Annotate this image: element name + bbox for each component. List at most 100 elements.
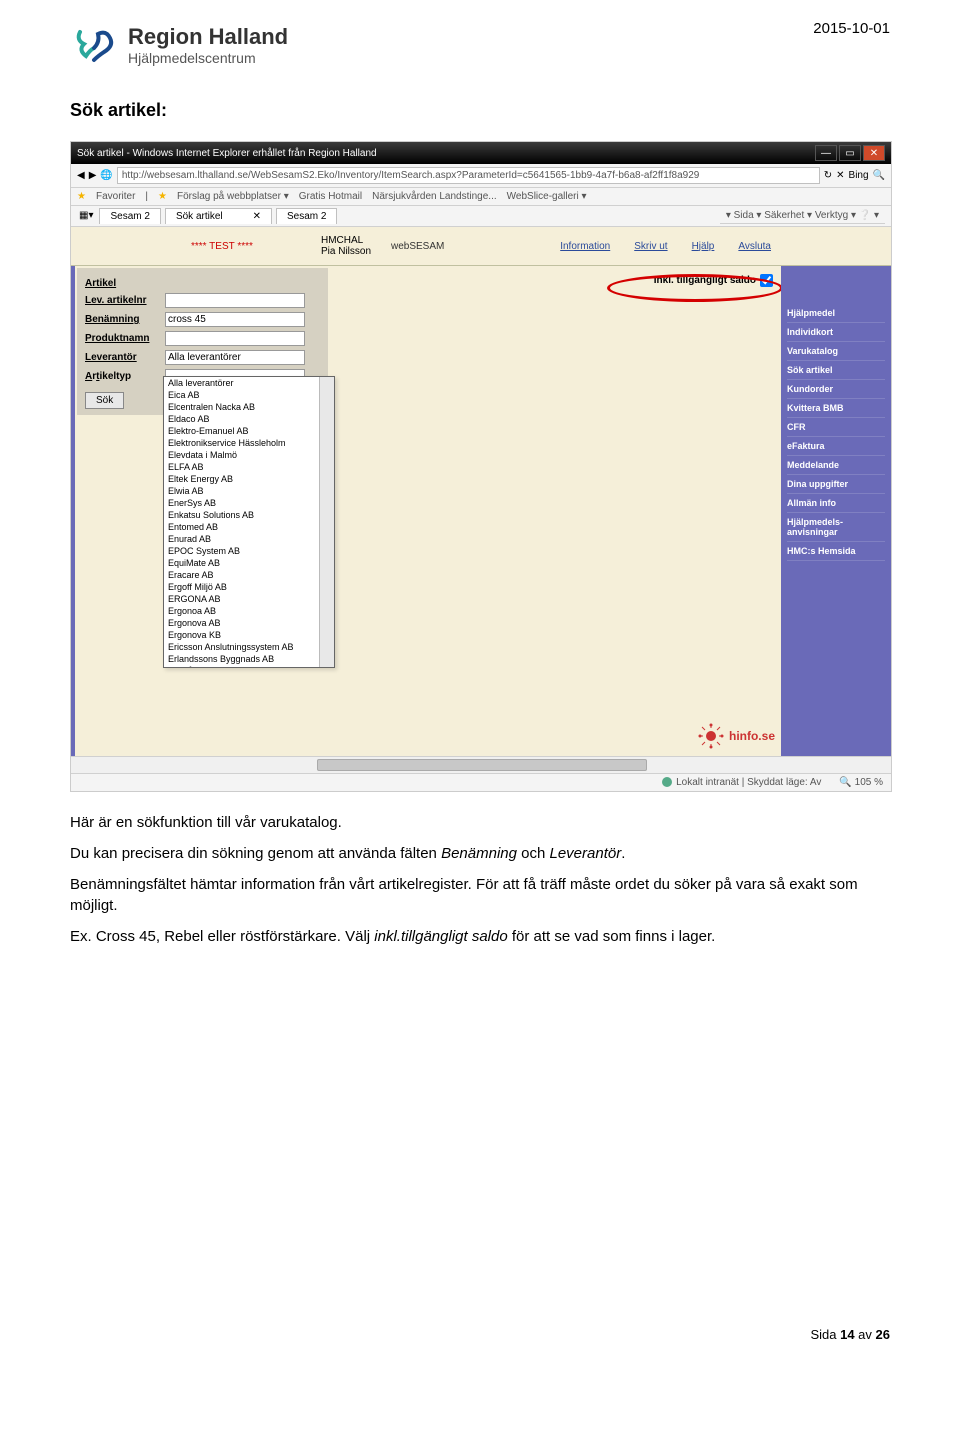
- sok-button[interactable]: Sök: [85, 392, 124, 409]
- leverantor-option[interactable]: Entomed AB: [164, 521, 334, 533]
- search-icon[interactable]: 🔍: [873, 170, 885, 181]
- sidebar-item[interactable]: Varukatalog: [787, 342, 885, 361]
- label-produktnamn: Produktnamn: [85, 333, 165, 344]
- label-artikel: Artikel: [85, 278, 165, 289]
- para-1: Här är en sökfunktion till vår varukatal…: [70, 812, 890, 833]
- nav-back-icon[interactable]: ◀: [77, 170, 85, 181]
- leverantor-option[interactable]: Esshå Elagentur AB: [164, 665, 334, 668]
- address-bar[interactable]: http://websesam.lthalland.se/WebSesamS2.…: [117, 167, 820, 184]
- window-title: Sök artikel - Windows Internet Explorer …: [77, 148, 377, 159]
- input-benamning[interactable]: [165, 312, 305, 327]
- sidebar-item[interactable]: HMC:s Hemsida: [787, 542, 885, 561]
- fav-link-2[interactable]: Närsjukvården Landstinge...: [372, 191, 497, 202]
- label-benamning: Benämning: [85, 314, 165, 325]
- sidebar-item[interactable]: Sök artikel: [787, 361, 885, 380]
- section-title: Sök artikel:: [70, 100, 890, 121]
- nav-fwd-icon[interactable]: ▶: [89, 170, 97, 181]
- leverantor-option[interactable]: Elektronikservice Hässleholm: [164, 437, 334, 449]
- sidebar-item[interactable]: Dina uppgifter: [787, 475, 885, 494]
- leverantor-option[interactable]: ELFA AB: [164, 461, 334, 473]
- window-titlebar: Sök artikel - Windows Internet Explorer …: [71, 142, 891, 164]
- leverantor-option[interactable]: Erlandssons Byggnads AB: [164, 653, 334, 665]
- search-engine[interactable]: Bing: [849, 170, 869, 181]
- leverantor-option[interactable]: EPOC System AB: [164, 545, 334, 557]
- leverantor-option[interactable]: Ericsson Anslutningssystem AB: [164, 641, 334, 653]
- tab-1[interactable]: Sök artikel ✕: [165, 208, 272, 224]
- leverantor-dropdown[interactable]: Alla leverantörerEica ABElcentralen Nack…: [163, 376, 335, 668]
- link-avsluta[interactable]: Avsluta: [738, 241, 771, 252]
- leverantor-option[interactable]: Alla leverantörer: [164, 377, 334, 389]
- app-header: **** TEST **** HMCHAL Pia Nilsson webSES…: [71, 227, 891, 266]
- maximize-button[interactable]: ▭: [839, 145, 861, 161]
- hinfo-logo[interactable]: hinfo.se: [697, 722, 775, 750]
- label-leverantor: Leverantör: [85, 352, 165, 363]
- sidebar-item[interactable]: Kvittera BMB: [787, 399, 885, 418]
- logo-subtitle: Hjälpmedelscentrum: [128, 50, 288, 66]
- tab-2[interactable]: Sesam 2: [276, 208, 337, 224]
- leverantor-option[interactable]: Elevdata i Malmö: [164, 449, 334, 461]
- leverantor-option[interactable]: Ergonova KB: [164, 629, 334, 641]
- refresh-icon[interactable]: ↻: [824, 170, 832, 181]
- status-zone: Lokalt intranät | Skyddat läge: Av: [676, 777, 821, 788]
- input-produktnamn[interactable]: [165, 331, 305, 346]
- sidebar-item[interactable]: Hjälpmedels-anvisningar: [787, 513, 885, 542]
- label-artikeltyp: Artikeltyp: [85, 371, 165, 382]
- favorites-star2-icon: ★: [158, 191, 167, 202]
- fav-link-0[interactable]: Förslag på webbplatser ▾: [177, 191, 289, 202]
- leverantor-option[interactable]: Elcentralen Nacka AB: [164, 401, 334, 413]
- sidebar-item[interactable]: Individkort: [787, 323, 885, 342]
- link-hjalp[interactable]: Hjälp: [692, 241, 715, 252]
- leverantor-option[interactable]: Elwia AB: [164, 485, 334, 497]
- saldo-checkbox[interactable]: [760, 274, 773, 287]
- saldo-label: Inkl. tillgängligt saldo: [654, 275, 756, 286]
- leverantor-option[interactable]: Elektro-Emanuel AB: [164, 425, 334, 437]
- stop-icon[interactable]: ✕: [836, 170, 844, 181]
- leverantor-option[interactable]: EnerSys AB: [164, 497, 334, 509]
- para-4: Ex. Cross 45, Rebel eller röstförstärkar…: [70, 926, 890, 947]
- sidebar-item[interactable]: Allmän info: [787, 494, 885, 513]
- select-leverantor[interactable]: Alla leverantörer: [165, 350, 305, 365]
- fav-link-1[interactable]: Gratis Hotmail: [299, 191, 362, 202]
- zone-icon: [662, 777, 672, 787]
- fav-link-3[interactable]: WebSlice-galleri ▾: [507, 191, 587, 202]
- para-3: Benämningsfältet hämtar information från…: [70, 874, 890, 916]
- sidebar-item[interactable]: Hjälpmedel: [787, 304, 885, 323]
- label-lev-artikelnr: Lev. artikelnr: [85, 295, 165, 306]
- leverantor-option[interactable]: ERGONA AB: [164, 593, 334, 605]
- logo-title: Region Halland: [128, 24, 288, 50]
- tab-0[interactable]: Sesam 2: [99, 208, 160, 224]
- leverantor-option[interactable]: Enurad AB: [164, 533, 334, 545]
- favorites-star-icon[interactable]: ★: [77, 191, 86, 202]
- input-lev-artikelnr[interactable]: [165, 293, 305, 308]
- link-skrivut[interactable]: Skriv ut: [634, 241, 667, 252]
- sidebar-item[interactable]: eFaktura: [787, 437, 885, 456]
- sidebar-item[interactable]: CFR: [787, 418, 885, 437]
- close-button[interactable]: ✕: [863, 145, 885, 161]
- hinfo-icon: [697, 722, 725, 750]
- status-zoom[interactable]: 🔍 105 %: [839, 777, 883, 788]
- ie-toolbar[interactable]: ▾ Sida ▾ Säkerhet ▾ Verktyg ▾ ❔ ▾: [720, 208, 885, 224]
- leverantor-option[interactable]: Eica AB: [164, 389, 334, 401]
- leverantor-option[interactable]: Enkatsu Solutions AB: [164, 509, 334, 521]
- leverantor-option[interactable]: Ergonoa AB: [164, 605, 334, 617]
- leverantor-option[interactable]: Eldaco AB: [164, 413, 334, 425]
- tab-group-icon[interactable]: ▦▾: [77, 208, 95, 224]
- document-date: 2015-10-01: [813, 20, 890, 37]
- leverantor-option[interactable]: EquiMate AB: [164, 557, 334, 569]
- test-label: **** TEST ****: [191, 241, 253, 252]
- leverantor-option[interactable]: Eracare AB: [164, 569, 334, 581]
- sidebar-item[interactable]: Meddelande: [787, 456, 885, 475]
- minimize-button[interactable]: —: [815, 145, 837, 161]
- globe-icon: 🌐: [100, 170, 112, 181]
- leverantor-option[interactable]: Ergonova AB: [164, 617, 334, 629]
- app-brand: webSESAM: [391, 241, 444, 252]
- screenshot: Sök artikel - Windows Internet Explorer …: [70, 141, 892, 792]
- para-2: Du kan precisera din sökning genom att a…: [70, 843, 890, 864]
- dropdown-scrollbar[interactable]: [319, 377, 334, 667]
- leverantor-option[interactable]: Ergoff Miljö AB: [164, 581, 334, 593]
- leverantor-option[interactable]: Eltek Energy AB: [164, 473, 334, 485]
- horizontal-scrollbar[interactable]: [71, 756, 891, 773]
- favorites-label[interactable]: Favoriter: [96, 191, 135, 202]
- sidebar-item[interactable]: Kundorder: [787, 380, 885, 399]
- link-information[interactable]: Information: [560, 241, 610, 252]
